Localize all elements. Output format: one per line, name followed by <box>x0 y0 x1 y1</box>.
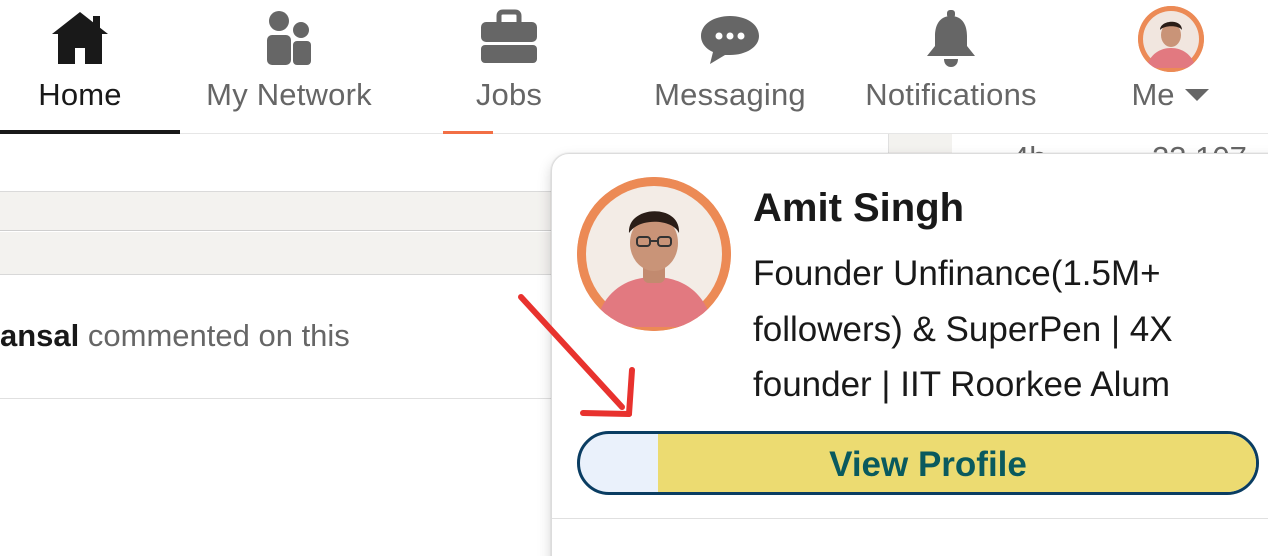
nav-notifications-label: Notifications <box>865 77 1037 112</box>
nav-messaging-label: Messaging <box>654 77 806 112</box>
headline-line-3: founder | IIT Roorkee Alum <box>753 365 1170 404</box>
nav-me-label: Me <box>1105 77 1235 113</box>
nav-my-network-label: My Network <box>206 77 372 112</box>
nav-me[interactable]: Me <box>1105 0 1235 134</box>
card-divider <box>552 518 1268 519</box>
caret-down-icon <box>1184 88 1209 101</box>
view-profile-label: View Profile <box>829 445 1027 484</box>
nav-messaging[interactable]: Messaging <box>640 0 820 134</box>
linkedin-page: Home My Network Jobs Messaging Notificat… <box>0 0 1268 556</box>
home-icon <box>0 8 180 70</box>
profile-name: Amit Singh <box>753 186 965 230</box>
nav-me-text: Me <box>1131 77 1175 112</box>
avatar <box>1138 6 1204 72</box>
bell-icon <box>846 8 1056 70</box>
feed-activity-line: ansal commented on this <box>0 318 350 354</box>
view-profile-button[interactable]: View Profile <box>577 431 1259 495</box>
activity-text: commented on this <box>79 318 350 353</box>
headline-line-2: followers) & SuperPen | 4X <box>753 309 1173 349</box>
profile-headline: Founder Unfinance(1.5M+ followers) & Sup… <box>753 246 1268 413</box>
headline-line-1: Founder Unfinance(1.5M+ <box>753 254 1161 293</box>
nav-notifications[interactable]: Notifications <box>846 0 1056 134</box>
briefcase-icon <box>444 8 574 70</box>
active-tab-indicator <box>0 130 180 134</box>
messaging-icon <box>640 8 820 70</box>
my-network-icon <box>189 8 389 70</box>
nav-jobs[interactable]: Jobs <box>444 0 574 134</box>
nav-home[interactable]: Home <box>0 0 180 134</box>
global-nav: Home My Network Jobs Messaging Notificat… <box>0 0 1268 134</box>
nav-jobs-label: Jobs <box>475 77 543 112</box>
nav-my-network[interactable]: My Network <box>189 0 389 134</box>
feed-divider <box>0 398 560 399</box>
jobs-notification-indicator <box>443 131 493 134</box>
nav-home-label: Home <box>38 77 122 112</box>
activity-actor-name[interactable]: ansal <box>0 318 79 353</box>
profile-photo[interactable] <box>577 177 731 331</box>
me-dropdown-card: Amit Singh Founder Unfinance(1.5M+ follo… <box>551 153 1268 556</box>
